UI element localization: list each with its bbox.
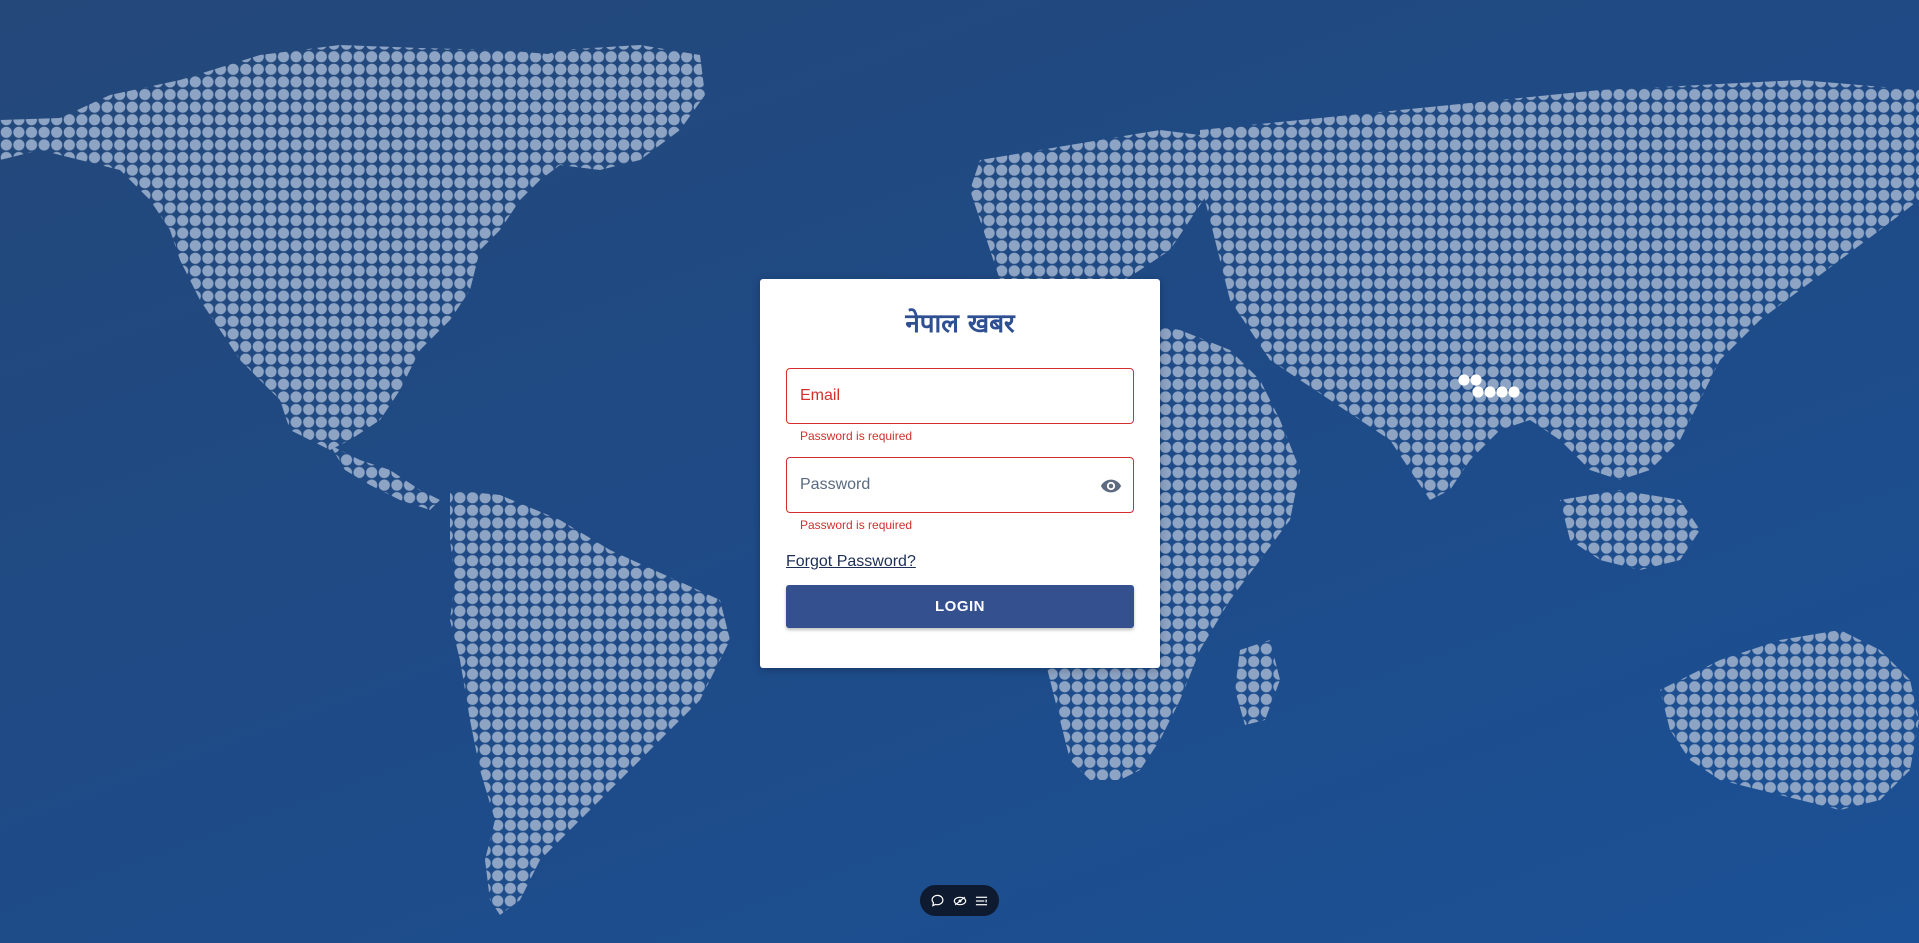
login-button[interactable]: LOGIN [786,585,1134,628]
password-error-text: Password is required [800,518,913,532]
chat-icon[interactable] [928,892,946,910]
eye-icon[interactable] [1099,474,1123,498]
eye-off-icon[interactable] [951,892,969,910]
password-field-wrapper [786,457,1134,513]
email-field-wrapper [786,368,1134,424]
login-card: नेपाल खबर Password is required Password … [760,279,1160,668]
list-icon[interactable] [973,892,991,910]
email-input[interactable] [787,369,1077,423]
login-page: नेपाल खबर Password is required Password … [0,0,1919,943]
email-error-text: Password is required [800,429,913,443]
password-input[interactable] [787,458,1077,512]
bottom-toolbar [920,885,999,916]
brand-title: नेपाल खबर [905,309,1015,339]
forgot-password-link[interactable]: Forgot Password? [786,553,916,571]
